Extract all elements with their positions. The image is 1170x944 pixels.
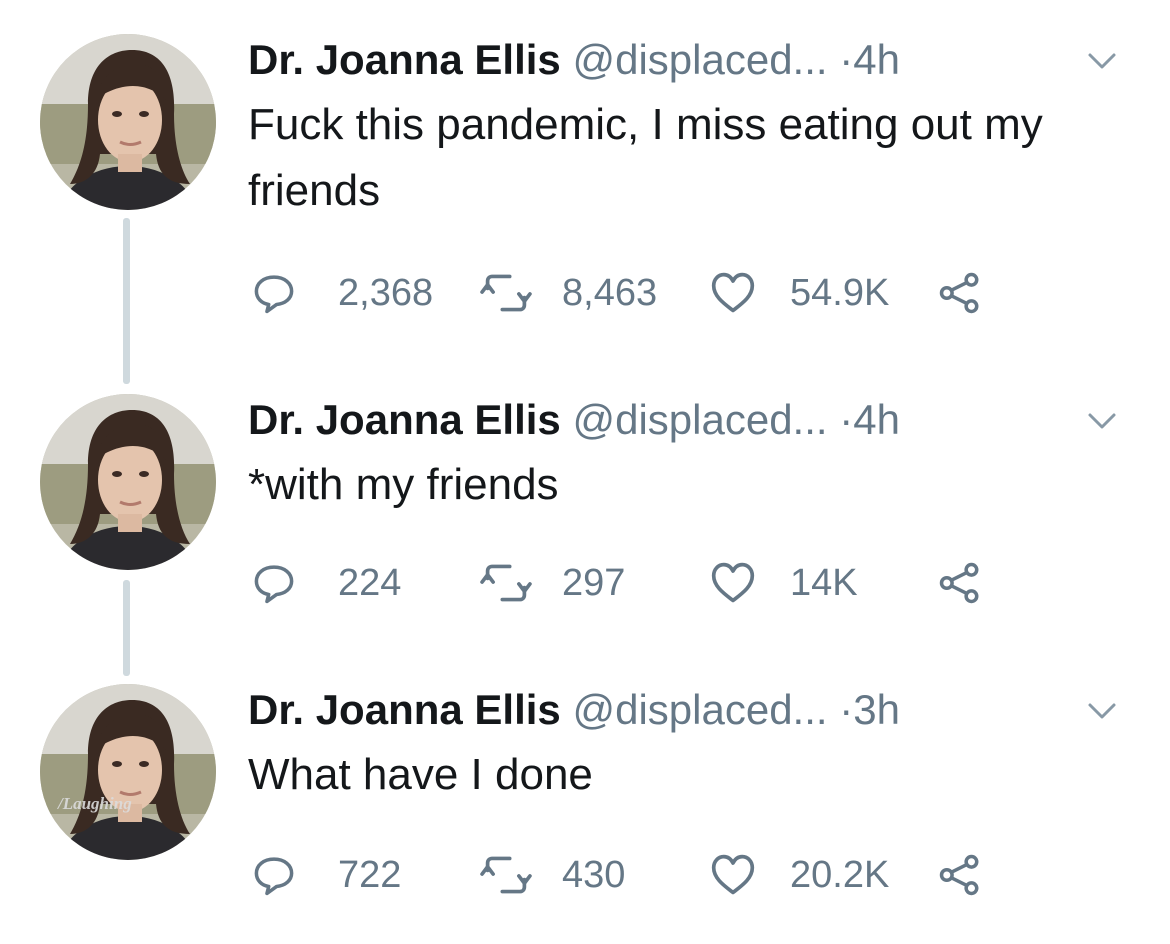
- retweet-icon: [480, 852, 532, 898]
- chevron-down-icon[interactable]: [1087, 411, 1117, 431]
- tweet[interactable]: Dr. Joanna Ellis @displaced... ·4h Fuck …: [0, 34, 1170, 334]
- tweet-header: Dr. Joanna Ellis @displaced... ·3h: [248, 684, 900, 736]
- tweet-text: *with my friends: [248, 460, 559, 509]
- like-count: 54.9K: [790, 272, 890, 314]
- retweet-button[interactable]: [480, 850, 532, 900]
- share-icon: [938, 271, 982, 315]
- tweet[interactable]: Dr. Joanna Ellis @displaced... ·3h What …: [0, 684, 1170, 904]
- watermark: /Laughing: [58, 794, 132, 813]
- reply-button[interactable]: [252, 558, 296, 608]
- display-name[interactable]: Dr. Joanna Ellis: [248, 686, 561, 733]
- like-count: 14K: [790, 562, 858, 604]
- retweet-icon: [480, 560, 532, 606]
- tweet-text: What have I done: [248, 750, 593, 799]
- reply-count: 722: [338, 854, 402, 896]
- avatar[interactable]: [40, 34, 216, 210]
- reply-icon: [252, 271, 296, 315]
- like-button[interactable]: [710, 558, 756, 608]
- display-name[interactable]: Dr. Joanna Ellis: [248, 36, 561, 83]
- user-handle[interactable]: @displaced...: [572, 36, 827, 83]
- like-button[interactable]: [710, 850, 756, 900]
- share-button[interactable]: [938, 558, 982, 608]
- tweet-thread: Dr. Joanna Ellis @displaced... ·4h Fuck …: [0, 0, 1170, 944]
- heart-icon: [710, 560, 756, 606]
- retweet-button[interactable]: [480, 558, 532, 608]
- reply-count: 224: [338, 562, 402, 604]
- separator-dot: ·: [839, 36, 854, 83]
- tweet-actions: 224 297 14K: [252, 558, 1152, 608]
- like-count: 20.2K: [790, 854, 890, 896]
- heart-icon: [710, 852, 756, 898]
- share-button[interactable]: [938, 268, 982, 318]
- retweet-count: 430: [562, 854, 626, 896]
- reply-button[interactable]: [252, 268, 296, 318]
- tweet-actions: 722 430 20.2K: [252, 850, 1152, 900]
- like-button[interactable]: [710, 268, 756, 318]
- retweet-count: 8,463: [562, 272, 658, 314]
- reply-icon: [252, 853, 296, 897]
- avatar[interactable]: [40, 684, 216, 860]
- chevron-down-icon[interactable]: [1087, 701, 1117, 721]
- timestamp[interactable]: 4h: [853, 396, 900, 443]
- retweet-button[interactable]: [480, 268, 532, 318]
- avatar[interactable]: [40, 394, 216, 570]
- share-icon: [938, 853, 982, 897]
- user-handle[interactable]: @displaced...: [572, 686, 827, 733]
- tweet-text: Fuck this pandemic, I miss eating out my…: [248, 100, 1043, 215]
- share-icon: [938, 561, 982, 605]
- user-handle[interactable]: @displaced...: [572, 396, 827, 443]
- tweet-actions: 2,368 8,463 54.9K: [252, 268, 1152, 318]
- separator-dot: ·: [839, 686, 854, 733]
- reply-button[interactable]: [252, 850, 296, 900]
- display-name[interactable]: Dr. Joanna Ellis: [248, 396, 561, 443]
- tweet[interactable]: Dr. Joanna Ellis @displaced... ·4h *with…: [0, 394, 1170, 614]
- share-button[interactable]: [938, 850, 982, 900]
- tweet-header: Dr. Joanna Ellis @displaced... ·4h: [248, 394, 900, 446]
- separator-dot: ·: [839, 396, 854, 443]
- reply-count: 2,368: [338, 272, 434, 314]
- timestamp[interactable]: 4h: [853, 36, 900, 83]
- retweet-count: 297: [562, 562, 626, 604]
- chevron-down-icon[interactable]: [1087, 51, 1117, 71]
- timestamp[interactable]: 3h: [853, 686, 900, 733]
- reply-icon: [252, 561, 296, 605]
- retweet-icon: [480, 270, 532, 316]
- heart-icon: [710, 270, 756, 316]
- tweet-header: Dr. Joanna Ellis @displaced... ·4h: [248, 34, 900, 86]
